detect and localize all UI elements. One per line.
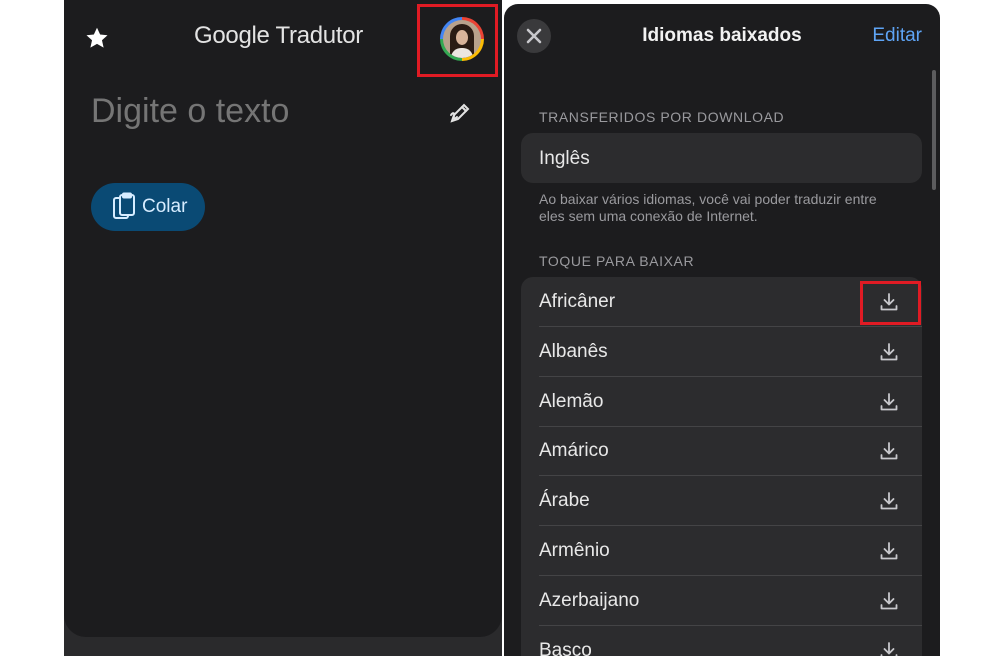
download-icon[interactable] [878,391,900,413]
language-label: Basco [539,639,592,656]
language-label: Armênio [539,540,610,561]
download-icon[interactable] [878,341,900,363]
tap-to-download-header: TOQUE PARA BAIXAR [539,253,695,269]
star-icon[interactable] [84,25,110,51]
scrollbar[interactable] [932,70,936,190]
language-label: Africâner [539,291,616,312]
download-highlight [860,281,921,325]
language-label: Alemão [539,390,604,412]
edit-button[interactable]: Editar [872,25,922,47]
app-title: Google Tradutor [194,22,374,50]
app-title-product: Tradutor [275,22,364,49]
language-label: Azerbaijano [539,589,640,611]
paste-label: Colar [142,196,188,217]
clipboard-icon [113,192,135,219]
download-icon[interactable] [878,440,900,462]
language-label: Albanês [539,340,608,362]
available-languages-list: Africâner Albanês Alemão Amárico Árabe Armêni… [521,277,922,656]
language-label: Amárico [539,440,609,462]
language-row[interactable]: Árabe [521,476,922,527]
offline-info-text: Ao baixar vários idiomas, você vai poder… [539,191,877,224]
download-icon[interactable] [878,490,900,512]
language-row[interactable]: Azerbaijano [521,576,922,626]
translator-screen: Google Tradutor Colar [64,0,502,656]
paste-button[interactable]: Colar [91,183,205,231]
app-title-brand: Google [194,22,270,49]
input-card: Google Tradutor Colar [64,0,502,637]
downloaded-section-header: TRANSFERIDOS POR DOWNLOAD [539,109,785,125]
language-label: Árabe [539,490,590,512]
download-icon[interactable] [878,640,900,656]
language-row[interactable]: Africâner [521,277,922,327]
language-row[interactable]: Basco [521,626,922,656]
downloaded-languages-list: Inglês [521,133,922,183]
language-row[interactable]: Alemão [521,377,922,427]
language-row[interactable]: Albanês [521,327,922,377]
language-row[interactable]: Armênio [521,526,922,576]
handwrite-icon[interactable] [448,101,472,125]
download-icon[interactable] [878,540,900,562]
avatar-photo [443,20,481,58]
downloaded-language-item[interactable]: Inglês [539,148,590,170]
text-input[interactable] [91,92,391,131]
downloaded-languages-sheet: Idiomas baixados Editar TRANSFERIDOS POR… [504,4,940,656]
avatar[interactable] [440,17,484,61]
language-row[interactable]: Amárico [521,426,922,477]
download-icon[interactable] [878,590,900,612]
